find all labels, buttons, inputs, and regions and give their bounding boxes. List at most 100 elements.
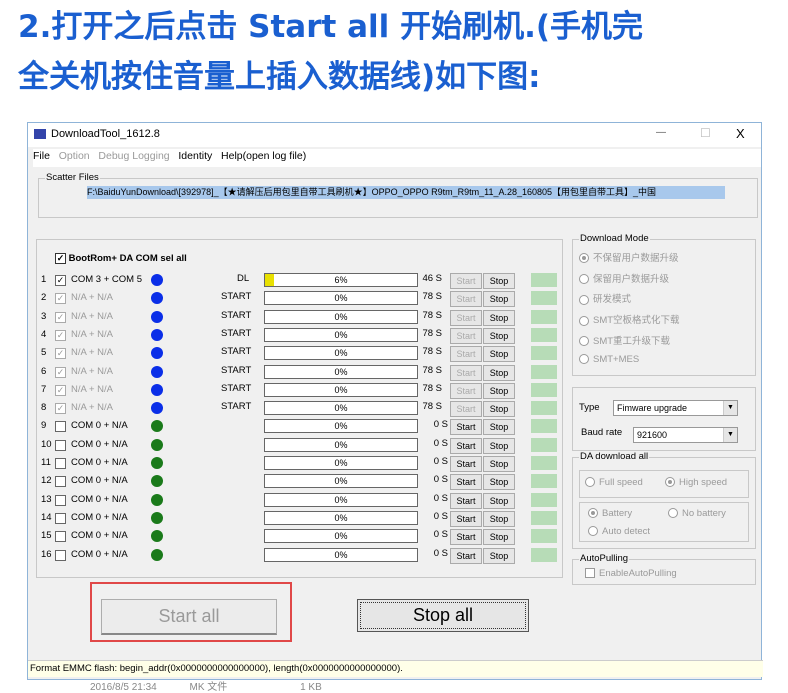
port-checkbox[interactable]	[55, 531, 66, 543]
port-stop-button[interactable]: Stop	[483, 401, 515, 418]
port-stop-button[interactable]: Stop	[483, 437, 515, 454]
port-number: 1	[41, 274, 47, 285]
port-stop-button[interactable]: Stop	[483, 327, 515, 344]
port-status-dot	[151, 493, 163, 506]
port-checkbox[interactable]: ✓	[55, 403, 66, 415]
auto-detect-radio[interactable]: Auto detect	[588, 526, 650, 537]
port-stop-button[interactable]: Stop	[483, 346, 515, 363]
port-progress-bar: 0%	[264, 547, 418, 562]
port-start-button[interactable]: Start	[450, 382, 482, 399]
heading-line-2: 全关机按住音量上插入数据线)如下图:	[18, 59, 541, 95]
port-start-button[interactable]: Start	[450, 309, 482, 326]
port-stop-button[interactable]: Stop	[483, 474, 515, 491]
port-status-dot	[151, 511, 163, 524]
port-state: START	[221, 346, 252, 358]
port-start-button[interactable]: Start	[450, 364, 482, 381]
select-all-checkbox[interactable]: ✓ BootRom+ DA COM sel all	[55, 253, 187, 264]
port-start-button[interactable]: Start	[450, 529, 482, 546]
port-start-button[interactable]: Start	[450, 291, 482, 308]
no-battery-radio[interactable]: No battery	[668, 508, 726, 519]
port-checkbox[interactable]	[55, 476, 66, 488]
progress-percent: 0%	[334, 549, 348, 560]
port-checkbox[interactable]	[55, 421, 66, 433]
port-stop-button[interactable]: Stop	[483, 364, 515, 381]
port-row: 11 COM 0 + N/A 0% 0 S Start Stop	[37, 455, 557, 472]
port-start-button[interactable]: Start	[450, 474, 482, 491]
port-checkbox[interactable]	[55, 512, 66, 524]
port-result-indicator	[531, 529, 557, 544]
download-mode-radio[interactable]: SMT空板格式化下载	[579, 312, 680, 326]
type-value: Fimware upgrade	[617, 403, 688, 413]
port-number: 3	[41, 310, 47, 322]
port-stop-button[interactable]: Stop	[483, 309, 515, 326]
port-checkbox[interactable]: ✓	[55, 384, 66, 396]
port-start-button[interactable]: Start	[450, 492, 482, 509]
port-name: COM 3 + COM 5	[71, 274, 142, 285]
port-start-button[interactable]: Start	[450, 273, 482, 289]
no-battery-label: No battery	[682, 508, 726, 519]
high-speed-radio[interactable]: High speed	[665, 477, 727, 488]
port-start-button[interactable]: Start	[450, 327, 482, 344]
menu-debug-logging[interactable]: Debug Logging	[98, 150, 169, 162]
port-checkbox[interactable]: ✓	[55, 311, 66, 323]
port-checkbox[interactable]: ✓	[55, 293, 66, 305]
full-speed-radio[interactable]: Full speed	[585, 477, 643, 488]
port-stop-button[interactable]: Stop	[483, 547, 515, 564]
port-stop-button[interactable]: Stop	[483, 492, 515, 509]
baud-rate-select[interactable]: 921600 ▼	[633, 427, 738, 443]
port-checkbox[interactable]	[55, 439, 66, 451]
download-mode-radio[interactable]: 不保留用户数据升级	[579, 250, 679, 264]
port-start-button[interactable]: Start	[450, 346, 482, 363]
download-mode-radio[interactable]: 保留用户数据升级	[579, 271, 669, 285]
port-stop-button[interactable]: Stop	[483, 382, 515, 399]
enable-autopulling-checkbox[interactable]: EnableAutoPulling	[585, 568, 677, 579]
menu-help[interactable]: Help(open log file)	[221, 150, 306, 162]
port-checkbox[interactable]: ✓	[55, 275, 66, 286]
minimize-button[interactable]: —	[656, 127, 666, 138]
type-select[interactable]: Fimware upgrade ▼	[613, 400, 738, 416]
port-time: 0 S	[433, 492, 448, 504]
port-name: COM 0 + N/A	[71, 420, 128, 432]
port-stop-button[interactable]: Stop	[483, 419, 515, 436]
port-stop-button[interactable]: Stop	[483, 510, 515, 527]
port-stop-button[interactable]: Stop	[483, 273, 515, 289]
menu-identity[interactable]: Identity	[178, 150, 212, 162]
scatter-file-path[interactable]: F:\BaiduYunDownload\[392978]_【★请解压后用包里自带…	[87, 186, 725, 199]
port-checkbox[interactable]: ✓	[55, 329, 66, 341]
download-mode-radio[interactable]: 研发模式	[579, 291, 631, 305]
port-stop-button[interactable]: Stop	[483, 529, 515, 546]
battery-radio[interactable]: Battery	[588, 508, 632, 519]
close-button[interactable]: X	[736, 126, 745, 141]
port-time: 0 S	[433, 419, 448, 431]
port-start-button[interactable]: Start	[450, 401, 482, 418]
port-start-button[interactable]: Start	[450, 547, 482, 564]
progress-percent: 0%	[334, 329, 348, 340]
port-checkbox[interactable]	[55, 494, 66, 506]
menu-option[interactable]: Option	[59, 150, 90, 162]
speed-group: Full speed High speed	[579, 470, 749, 498]
port-checkbox[interactable]	[55, 458, 66, 469]
port-start-button[interactable]: Start	[450, 437, 482, 454]
port-number: 14	[41, 511, 52, 523]
port-row: 8 ✓ N/A + N/A START 0% 78 S Start Stop	[37, 400, 557, 418]
port-stop-button[interactable]: Stop	[483, 456, 515, 472]
port-checkbox[interactable]: ✓	[55, 366, 66, 378]
port-status-dot	[151, 530, 163, 543]
download-mode-radio[interactable]: SMT重工升级下载	[579, 333, 670, 347]
maximize-button[interactable]: ☐	[700, 126, 711, 140]
port-start-button[interactable]: Start	[450, 456, 482, 472]
menu-file[interactable]: File	[33, 150, 50, 162]
port-stop-button[interactable]: Stop	[483, 291, 515, 308]
port-checkbox[interactable]: ✓	[55, 348, 66, 360]
port-checkbox[interactable]	[55, 549, 66, 561]
progress-percent: 0%	[334, 421, 348, 432]
start-all-button[interactable]: Start all	[101, 599, 277, 635]
port-number: 10	[41, 438, 52, 450]
port-result-indicator	[531, 401, 557, 416]
port-progress-bar: 0%	[264, 401, 418, 416]
download-mode-radio[interactable]: SMT+MES	[579, 354, 639, 365]
port-start-button[interactable]: Start	[450, 419, 482, 436]
port-name: COM 0 + N/A	[71, 438, 128, 450]
port-start-button[interactable]: Start	[450, 510, 482, 527]
stop-all-button[interactable]: Stop all	[357, 599, 529, 632]
